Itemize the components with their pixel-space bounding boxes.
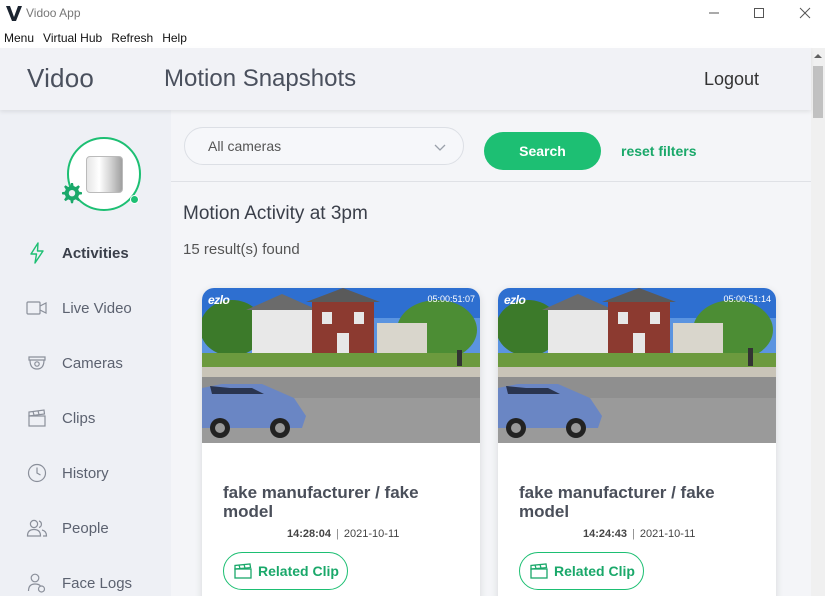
sidebar: Activities Live Video Cameras Clips Hist… xyxy=(0,110,171,596)
section-title: Motion Activity at 3pm xyxy=(183,203,368,224)
card-time: 14:28:04 xyxy=(287,528,332,540)
sidebar-item-activities[interactable]: Activities xyxy=(0,233,171,273)
page-title: Motion Snapshots xyxy=(164,65,357,92)
snapshot-image[interactable]: ezlo 05:00:51:14 xyxy=(498,288,776,443)
logout-button[interactable]: Logout xyxy=(704,69,759,90)
face-log-icon xyxy=(26,572,48,594)
card-meta: 14:28:04 | 2021-10-11 xyxy=(287,528,399,540)
sidebar-item-face-logs[interactable]: Face Logs xyxy=(0,563,171,596)
sidebar-item-clips[interactable]: Clips xyxy=(0,398,171,438)
vidoo-logo-icon xyxy=(6,6,22,21)
hub-device-image xyxy=(86,156,123,193)
online-status-dot xyxy=(130,195,139,204)
street-scene-image xyxy=(498,288,776,443)
meta-separator: | xyxy=(336,528,339,540)
menu-item-refresh[interactable]: Refresh xyxy=(107,28,157,48)
app-header: Vidoo Motion Snapshots Logout xyxy=(0,48,811,110)
scroll-up-button[interactable] xyxy=(811,48,825,64)
sidebar-item-label: Live Video xyxy=(62,299,132,317)
minimize-button[interactable] xyxy=(699,2,729,24)
menu-bar: Menu Virtual Hub Refresh Help xyxy=(0,28,825,48)
chevron-down-icon xyxy=(434,144,446,151)
result-count: 15 result(s) found xyxy=(183,241,300,258)
card-meta: 14:24:43 | 2021-10-11 xyxy=(583,528,695,540)
clapperboard-icon xyxy=(234,563,252,579)
window-titlebar: Vidoo App xyxy=(0,0,825,28)
sidebar-item-label: Activities xyxy=(62,244,129,262)
scroll-up-arrow-icon xyxy=(814,54,822,58)
snapshot-timecode: 05:00:51:07 xyxy=(427,294,475,304)
card-date: 2021-10-11 xyxy=(639,528,696,540)
card-device-name: fake manufacturer / fake model xyxy=(223,483,419,521)
sidebar-item-history[interactable]: History xyxy=(0,453,171,493)
clapperboard-icon xyxy=(26,407,48,429)
lightning-icon xyxy=(26,242,48,264)
card-date: 2021-10-11 xyxy=(343,528,400,540)
scrollbar-thumb[interactable] xyxy=(813,66,823,118)
card-time: 14:24:43 xyxy=(583,528,628,540)
snapshot-card[interactable]: ezlo 05:00:51:14 fake manufacturer / fak… xyxy=(498,288,776,596)
related-clip-button[interactable]: Related Clip xyxy=(519,552,644,590)
people-icon xyxy=(26,517,48,539)
menu-item-menu[interactable]: Menu xyxy=(0,28,38,48)
snapshot-card[interactable]: ezlo 05:00:51:07 fake manufacturer / fak… xyxy=(202,288,480,596)
snapshot-watermark: ezlo xyxy=(504,293,526,307)
maximize-button[interactable] xyxy=(744,2,774,24)
vertical-scrollbar[interactable] xyxy=(811,48,825,596)
snapshot-timecode: 05:00:51:14 xyxy=(723,294,771,304)
sidebar-item-label: People xyxy=(62,519,109,537)
minimize-icon xyxy=(709,12,719,14)
sidebar-item-label: Face Logs xyxy=(62,574,133,592)
card-device-name: fake manufacturer / fake model xyxy=(519,483,715,521)
snapshot-image[interactable]: ezlo 05:00:51:07 xyxy=(202,288,480,443)
meta-separator: | xyxy=(632,528,635,540)
sidebar-item-label: Clips xyxy=(62,409,96,427)
menu-item-help[interactable]: Help xyxy=(158,28,191,48)
maximize-icon xyxy=(754,8,764,18)
sidebar-item-label: History xyxy=(62,464,109,482)
related-clip-label: Related Clip xyxy=(554,563,635,579)
camera-select[interactable]: All cameras xyxy=(184,127,464,165)
filter-bar: All cameras Search reset filters xyxy=(171,110,811,182)
search-button[interactable]: Search xyxy=(484,132,601,170)
sidebar-item-cameras[interactable]: Cameras xyxy=(0,343,171,383)
security-camera-icon xyxy=(26,352,48,374)
reset-filters-link[interactable]: reset filters xyxy=(621,143,696,159)
clock-icon xyxy=(26,462,48,484)
related-clip-button[interactable]: Related Clip xyxy=(223,552,348,590)
sidebar-item-people[interactable]: People xyxy=(0,508,171,548)
sidebar-item-live-video[interactable]: Live Video xyxy=(0,288,171,328)
main-content: All cameras Search reset filters Motion … xyxy=(171,110,811,596)
snapshot-watermark: ezlo xyxy=(208,293,230,307)
close-button[interactable] xyxy=(790,2,820,24)
camera-select-value: All cameras xyxy=(208,138,282,154)
brand-logo[interactable]: Vidoo xyxy=(27,63,94,94)
menu-item-virtual-hub[interactable]: Virtual Hub xyxy=(39,28,106,48)
window-title: Vidoo App xyxy=(26,6,81,20)
related-clip-label: Related Clip xyxy=(258,563,339,579)
gear-icon[interactable] xyxy=(59,181,83,205)
sidebar-item-label: Cameras xyxy=(62,354,123,372)
close-icon xyxy=(799,7,811,19)
street-scene-image xyxy=(202,288,480,443)
clapperboard-icon xyxy=(530,563,548,579)
video-camera-icon xyxy=(26,297,48,319)
